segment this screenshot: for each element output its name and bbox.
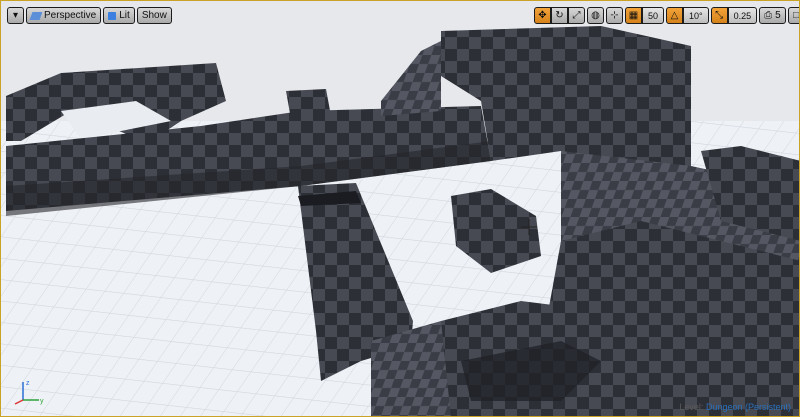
- level-viewport[interactable]: ▾ Perspective Lit Show ✥ ↻ ⤢ ◍ ⊹ ▦ 50 △ …: [0, 0, 800, 417]
- axis-gizmo-icon: z y: [14, 380, 44, 405]
- viewport-toolbar-left: ▾ Perspective Lit Show: [7, 7, 172, 24]
- crosshair-icon: [521, 219, 537, 235]
- camera-speed-value: 5: [775, 10, 781, 21]
- globe-icon: ◍: [591, 9, 600, 21]
- level-prefix: Level:: [679, 402, 704, 412]
- scale-snap-icon: ⤡: [715, 9, 724, 21]
- scale-tool-button[interactable]: ⤢: [568, 7, 585, 24]
- rotate-icon: ↻: [555, 9, 564, 21]
- viewport-toolbar-right: ✥ ↻ ⤢ ◍ ⊹ ▦ 50 △ 10° ⤡ 0.25 ⎙ 5 □: [534, 7, 800, 24]
- grid-snap-value[interactable]: 50: [642, 7, 665, 24]
- grid-snap-group: ▦ 50: [625, 7, 665, 24]
- maximize-viewport-button[interactable]: □: [787, 7, 800, 24]
- surface-snap-icon: ⊹: [610, 9, 619, 21]
- perspective-label: Perspective: [44, 10, 97, 21]
- show-label: Show: [141, 10, 167, 21]
- camera-icon: ⎙: [764, 9, 773, 21]
- lit-icon: [108, 11, 117, 20]
- svg-text:z: z: [26, 380, 30, 387]
- perspective-icon: [29, 11, 43, 20]
- translate-tool-button[interactable]: ✥: [534, 7, 551, 24]
- show-button[interactable]: Show: [136, 7, 172, 24]
- scene-render[interactable]: [1, 1, 800, 417]
- chevron-down-icon: ▾: [12, 9, 19, 21]
- connector-top: [286, 89, 331, 119]
- coordinate-space-button[interactable]: ◍: [587, 7, 604, 24]
- maximize-icon: □: [793, 9, 800, 21]
- scale-snap-group: ⤡ 0.25: [710, 7, 758, 24]
- angle-icon: △: [670, 9, 679, 21]
- viewport-menu-button[interactable]: ▾: [7, 7, 24, 24]
- rotation-snap-value[interactable]: 10°: [683, 7, 709, 24]
- scale-snap-value[interactable]: 0.25: [727, 7, 758, 24]
- svg-text:y: y: [40, 398, 44, 405]
- lit-button[interactable]: Lit: [103, 7, 135, 24]
- rotation-snap-group: △ 10°: [666, 7, 709, 24]
- transform-tools: ✥ ↻ ⤢: [534, 7, 585, 24]
- scale-snap-toggle[interactable]: ⤡: [710, 7, 728, 24]
- perspective-button[interactable]: Perspective: [26, 7, 102, 24]
- lit-label: Lit: [119, 10, 130, 21]
- level-name: Dungeon (Persistent): [705, 402, 791, 412]
- rotation-snap-toggle[interactable]: △: [666, 7, 684, 24]
- move-icon: ✥: [538, 9, 547, 21]
- scale-icon: ⤢: [572, 9, 581, 21]
- level-label: Level: Dungeon (Persistent): [679, 402, 791, 412]
- camera-speed-button[interactable]: ⎙ 5: [759, 7, 786, 24]
- grid-snap-toggle[interactable]: ▦: [625, 7, 642, 24]
- surface-snap-button[interactable]: ⊹: [606, 7, 623, 24]
- grid-icon: ▦: [628, 9, 639, 21]
- rotate-tool-button[interactable]: ↻: [551, 7, 568, 24]
